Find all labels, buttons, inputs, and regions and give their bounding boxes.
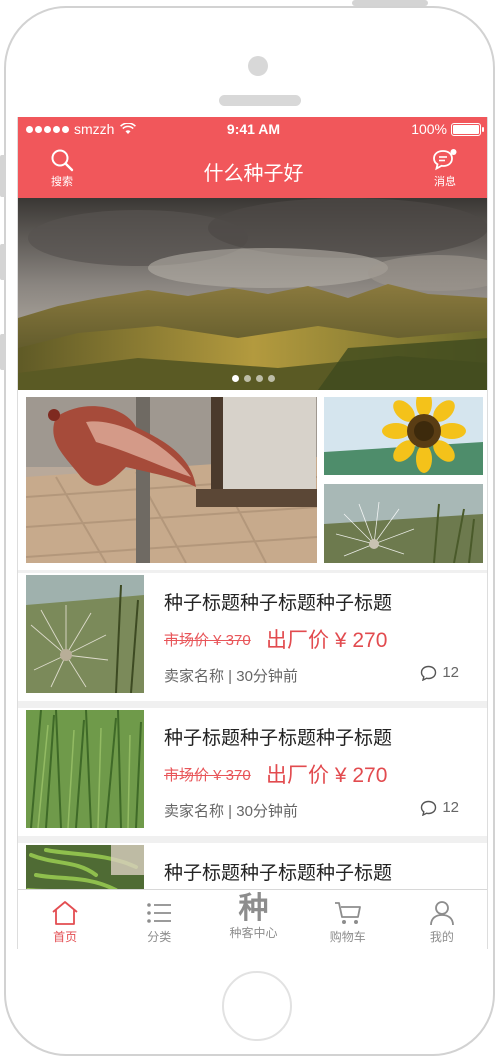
promo-sunflower-image[interactable]	[324, 397, 483, 475]
page-title: 什么种子好	[203, 163, 304, 185]
carousel-dot[interactable]	[268, 375, 275, 382]
app-header: smzzh 9:41 AM 100% 搜索 什么种子好 消息	[18, 117, 487, 198]
tab-seed-center[interactable]: 种 种客中心	[206, 890, 300, 949]
factory-price: 出厂价 ¥ 270	[266, 629, 388, 652]
comment-icon	[421, 665, 437, 681]
tab-category[interactable]: 分类	[112, 890, 206, 949]
promo-grid	[18, 390, 487, 570]
market-price: 市场价 ¥ 370	[164, 767, 251, 784]
home-icon	[52, 901, 78, 925]
dandelion-photo	[324, 484, 483, 563]
product-thumbnail[interactable]	[26, 710, 144, 828]
factory-price: 出厂价 ¥ 270	[266, 764, 388, 787]
carousel-dot[interactable]	[256, 375, 263, 382]
comment-number: 12	[442, 664, 459, 681]
banner-carousel[interactable]	[18, 198, 487, 390]
tab-category-label: 分类	[147, 930, 172, 944]
home-button[interactable]	[222, 971, 292, 1041]
tab-cart[interactable]: 购物车	[301, 890, 395, 949]
product-title[interactable]: 种子标题种子标题种子标题	[164, 723, 392, 750]
cart-icon	[334, 902, 361, 924]
tab-mine[interactable]: 我的	[395, 890, 487, 949]
seed-center-icon: 种	[238, 892, 269, 925]
tab-cart-label: 购物车	[329, 930, 366, 944]
message-label: 消息	[434, 176, 456, 188]
promo-bird-image[interactable]	[26, 397, 317, 563]
tab-mine-label: 我的	[429, 930, 454, 944]
volume-up-button	[0, 244, 6, 280]
battery-icon	[451, 122, 484, 136]
sunflower-photo	[324, 397, 483, 475]
tab-home[interactable]: 首页	[18, 890, 112, 949]
carousel-dot[interactable]	[232, 375, 239, 382]
comment-count[interactable]: 12	[420, 799, 459, 816]
comment-count[interactable]: 12	[420, 664, 459, 681]
carousel-dot[interactable]	[244, 375, 251, 382]
dandelion-thumb-photo	[26, 575, 144, 693]
mute-switch	[0, 155, 6, 197]
product-card[interactable]: 种子标题种子标题种子标题 市场价 ¥ 370 出厂价 ¥ 270 卖家名称 | …	[18, 708, 487, 836]
status-bar: smzzh 9:41 AM 100%	[18, 117, 487, 141]
product-title[interactable]: 种子标题种子标题种子标题	[164, 588, 392, 615]
list-icon	[147, 903, 172, 923]
product-card[interactable]: 种子标题种子标题种子标题 市场价 ¥ 370 出厂价 ¥ 270 卖家名称 | …	[18, 573, 487, 701]
grass-thumb-photo	[26, 710, 144, 828]
power-button	[352, 0, 428, 6]
front-camera	[248, 56, 268, 76]
app-screen: smzzh 9:41 AM 100% 搜索 什么种子好 消息 种子标题种子标题种…	[17, 117, 488, 949]
seller-meta: 卖家名称 | 30分钟前	[164, 803, 298, 820]
banner-image	[18, 198, 487, 390]
promo-dandelion-image[interactable]	[324, 484, 483, 563]
tab-seed-center-label: 种客中心	[229, 926, 278, 940]
battery-percent: 100%	[411, 121, 447, 137]
product-thumbnail[interactable]	[26, 575, 144, 693]
comment-number: 12	[442, 799, 459, 816]
user-icon	[430, 901, 454, 926]
earpiece-speaker	[219, 95, 301, 106]
bird-photo	[26, 397, 317, 563]
battery-status: 100%	[411, 121, 484, 137]
market-price: 市场价 ¥ 370	[164, 632, 251, 649]
bottom-tab-bar: 首页 分类 种 种客中心 购物车 我的	[18, 889, 487, 949]
carousel-indicator[interactable]	[18, 375, 487, 382]
messages-button[interactable]: 消息	[427, 148, 463, 189]
tab-home-label: 首页	[53, 930, 78, 944]
product-title[interactable]: 种子标题种子标题种子标题	[164, 858, 392, 885]
seller-meta: 卖家名称 | 30分钟前	[164, 668, 298, 685]
volume-down-button	[0, 334, 6, 370]
message-icon	[433, 149, 457, 171]
comment-icon	[421, 800, 437, 816]
